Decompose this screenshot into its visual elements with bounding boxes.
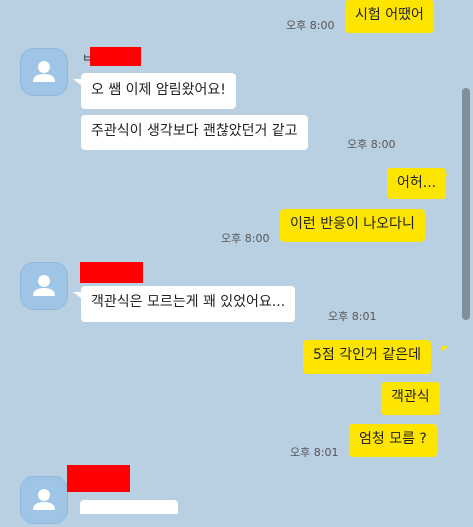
my-message-bubble[interactable]: 어허... (387, 168, 447, 199)
message-time: 오후 8:00 (221, 232, 270, 245)
message-time: 오후 8:01 (328, 310, 377, 323)
sender-avatar[interactable] (20, 262, 68, 310)
redacted-sender-name (90, 47, 141, 66)
bubble-tail (73, 79, 81, 85)
sender-avatar[interactable] (20, 476, 68, 524)
my-message-bubble[interactable]: 시험 어땠어 (345, 0, 434, 33)
my-message-bubble[interactable]: 이런 반응이 나오다니 (280, 209, 425, 242)
person-icon (33, 61, 55, 82)
my-message-bubble[interactable]: 엄청 모름 ? (349, 424, 437, 457)
my-message-bubble[interactable]: 5점 각인거 같은데 (303, 340, 431, 374)
their-message-bubble[interactable]: 객관식은 모르는게 꽤 있었어요... (81, 286, 296, 322)
bubble-tail (441, 346, 449, 352)
bubble-tail (73, 292, 81, 298)
my-message-bubble[interactable]: 객관식 (381, 382, 440, 415)
person-icon (33, 275, 55, 296)
their-message-bubble[interactable]: 오 쌤 이제 암림왔어요! (81, 73, 236, 109)
bubble-tail (441, 174, 449, 180)
message-time: 오후 8:00 (286, 19, 335, 32)
message-time: 오후 8:00 (347, 138, 396, 151)
sender-avatar[interactable] (20, 48, 68, 96)
scrollbar[interactable] (459, 0, 473, 512)
redacted-sender-name (80, 262, 143, 283)
their-message-bubble[interactable]: 주관식이 생각보다 괜찮았던거 같고 (81, 115, 308, 150)
scrollbar-thumb[interactable] (462, 88, 470, 320)
message-time: 오후 8:01 (290, 446, 339, 459)
redacted-sender-name (67, 465, 130, 492)
person-icon (33, 489, 55, 510)
